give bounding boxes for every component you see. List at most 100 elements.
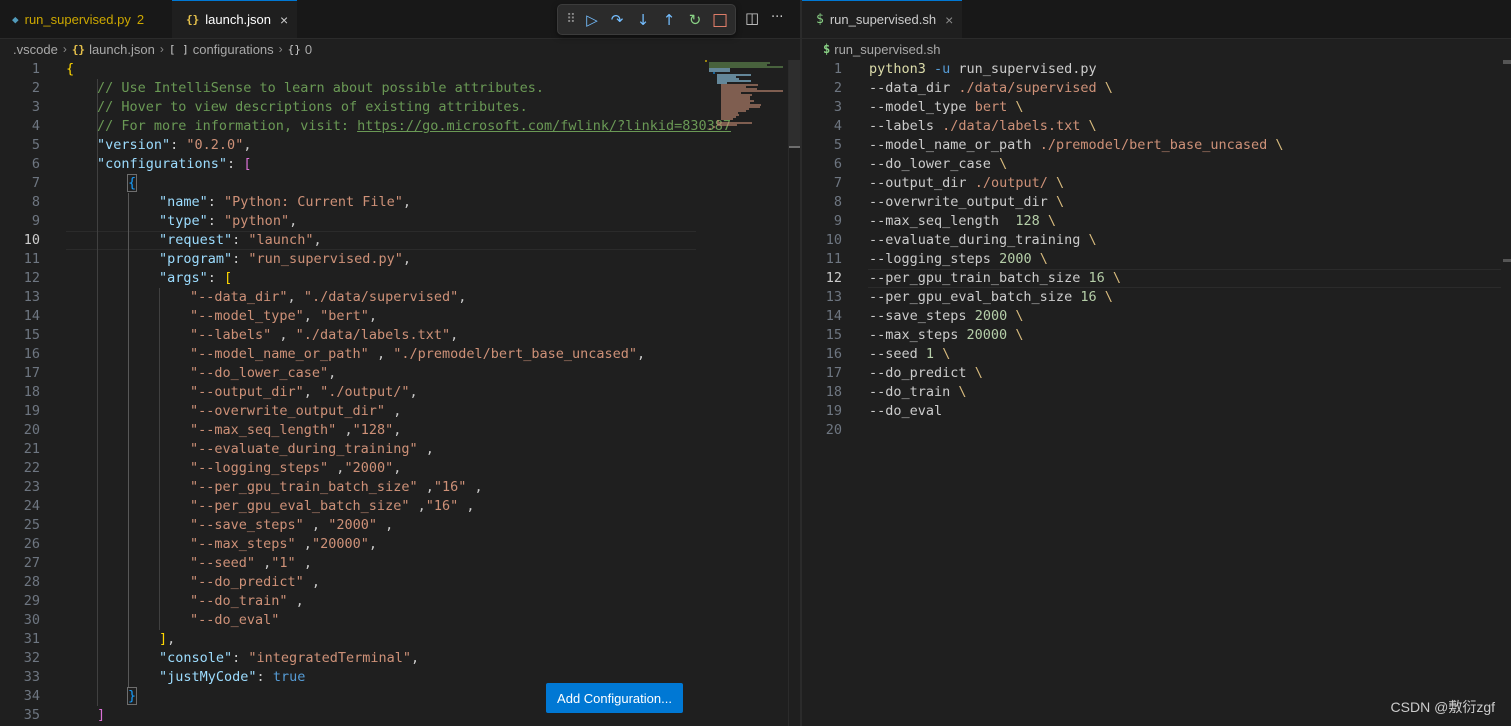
close-icon[interactable]: × bbox=[280, 12, 288, 28]
line-number: 27 bbox=[23, 555, 40, 571]
line-number: 14 bbox=[825, 308, 842, 324]
breadcrumb-index-0[interactable]: 0 bbox=[305, 42, 312, 57]
code-line[interactable]: 5 "version": "0.2.0", bbox=[0, 136, 700, 155]
tab-label: run_supervised.sh bbox=[829, 12, 937, 27]
tab-launch-json[interactable]: {} launch.json × bbox=[172, 0, 297, 38]
code-line[interactable]: 19 "--overwrite_output_dir" , bbox=[0, 402, 700, 421]
code-line[interactable]: 11 --logging_steps 2000 \ bbox=[802, 250, 1502, 269]
code-line[interactable]: 29 "--do_train" , bbox=[0, 592, 700, 611]
shell-script-icon: $ bbox=[823, 42, 831, 56]
code-line[interactable]: 2 --data_dir ./data/supervised \ bbox=[802, 79, 1502, 98]
step-over-icon[interactable]: ↷ bbox=[606, 5, 628, 34]
breadcrumb-launch-json[interactable]: launch.json bbox=[89, 42, 155, 57]
code-line[interactable]: 14 "--model_type", "bert", bbox=[0, 307, 700, 326]
line-number: 7 bbox=[833, 175, 842, 191]
code-line[interactable]: 21 "--evaluate_during_training" , bbox=[0, 440, 700, 459]
minimap[interactable] bbox=[705, 60, 787, 132]
code-line[interactable]: 6 --do_lower_case \ bbox=[802, 155, 1502, 174]
code-line[interactable]: 13 "--data_dir", "./data/supervised", bbox=[0, 288, 700, 307]
code-line[interactable]: 6 "configurations": [ bbox=[0, 155, 700, 174]
code-line[interactable]: 16 --seed 1 \ bbox=[802, 345, 1502, 364]
tab-run-supervised-py[interactable]: ◆ run_supervised.py 2 bbox=[0, 0, 171, 38]
line-number: 18 bbox=[23, 384, 40, 400]
code-line[interactable]: 15 --max_steps 20000 \ bbox=[802, 326, 1502, 345]
scrollbar-thumb[interactable] bbox=[789, 60, 800, 148]
split-editor-icon[interactable]: ◫ bbox=[745, 9, 759, 27]
code-text: // For more information, visit: https://… bbox=[97, 118, 731, 134]
code-line[interactable]: 15 "--labels" , "./data/labels.txt", bbox=[0, 326, 700, 345]
drag-grip-icon[interactable]: ⠿ bbox=[560, 5, 582, 34]
code-line[interactable]: 10 "request": "launch", bbox=[0, 231, 700, 250]
code-line[interactable]: 9 --max_seq_length 128 \ bbox=[802, 212, 1502, 231]
code-line[interactable]: 8 "name": "Python: Current File", bbox=[0, 193, 700, 212]
minimap-line bbox=[713, 72, 715, 74]
code-line[interactable]: 12 --per_gpu_train_batch_size 16 \ bbox=[802, 269, 1502, 288]
code-line[interactable]: 17 --do_predict \ bbox=[802, 364, 1502, 383]
code-text: python3 -u run_supervised.py bbox=[869, 61, 1097, 77]
code-line[interactable]: 22 "--logging_steps" ,"2000", bbox=[0, 459, 700, 478]
code-text: --labels ./data/labels.txt \ bbox=[869, 118, 1097, 134]
line-number: 30 bbox=[23, 612, 40, 628]
code-line[interactable]: 7{ bbox=[0, 174, 700, 193]
stop-icon[interactable]: □ bbox=[709, 5, 731, 34]
code-text: --do_lower_case \ bbox=[869, 156, 1008, 172]
code-line[interactable]: 19 --do_eval bbox=[802, 402, 1502, 421]
vertical-scrollbar[interactable] bbox=[788, 60, 800, 726]
code-line[interactable]: 2 // Use IntelliSense to learn about poss… bbox=[0, 79, 700, 98]
code-line[interactable]: 18 "--output_dir", "./output/", bbox=[0, 383, 700, 402]
code-line[interactable]: 24 "--per_gpu_eval_batch_size" ,"16" , bbox=[0, 497, 700, 516]
code-line[interactable]: 27 "--seed" ,"1" , bbox=[0, 554, 700, 573]
code-line[interactable]: 16 "--model_name_or_path" , "./premodel/b… bbox=[0, 345, 700, 364]
line-number: 14 bbox=[23, 308, 40, 324]
code-line[interactable]: 1{ bbox=[0, 60, 700, 79]
code-line[interactable]: 8 --overwrite_output_dir \ bbox=[802, 193, 1502, 212]
code-line[interactable]: 4 // For more information, visit: https:/… bbox=[0, 117, 731, 136]
code-line[interactable]: 12 "args": [ bbox=[0, 269, 700, 288]
line-number: 3 bbox=[833, 99, 842, 115]
code-text: --model_type bert \ bbox=[869, 99, 1024, 115]
breadcrumb-configurations[interactable]: configurations bbox=[193, 42, 274, 57]
code-line[interactable]: 25 "--save_steps" , "2000" , bbox=[0, 516, 700, 535]
code-line[interactable]: 10 --evaluate_during_training \ bbox=[802, 231, 1502, 250]
restart-icon[interactable]: ↻ bbox=[684, 5, 706, 34]
step-into-icon[interactable]: ↓ bbox=[632, 5, 654, 34]
add-configuration-button[interactable]: Add Configuration... bbox=[546, 683, 683, 713]
code-text: --do_train \ bbox=[869, 384, 967, 400]
code-line[interactable]: 14 --save_steps 2000 \ bbox=[802, 307, 1502, 326]
code-line[interactable]: 1 python3 -u run_supervised.py bbox=[802, 60, 1502, 79]
code-line[interactable]: 11 "program": "run_supervised.py", bbox=[0, 250, 700, 269]
code-line[interactable]: 9 "type": "python", bbox=[0, 212, 700, 231]
code-line[interactable]: 3 --model_type bert \ bbox=[802, 98, 1502, 117]
code-line[interactable]: 7 --output_dir ./output/ \ bbox=[802, 174, 1502, 193]
code-line[interactable]: 5 --model_name_or_path ./premodel/bert_ba… bbox=[802, 136, 1502, 155]
code-line[interactable]: 13 --per_gpu_eval_batch_size 16 \ bbox=[802, 288, 1502, 307]
code-line[interactable]: 23 "--per_gpu_train_batch_size" ,"16" , bbox=[0, 478, 700, 497]
code-line[interactable]: 32 "console": "integratedTerminal", bbox=[0, 649, 700, 668]
code-text: "--max_steps" ,"20000", bbox=[190, 536, 377, 552]
code-line[interactable]: 20 bbox=[802, 421, 1502, 440]
shell-script-icon: $ bbox=[816, 12, 824, 27]
close-icon[interactable]: × bbox=[945, 12, 953, 28]
code-text: "--save_steps" , "2000" , bbox=[190, 517, 394, 533]
code-line[interactable]: 18 --do_train \ bbox=[802, 383, 1502, 402]
code-line[interactable]: 4 --labels ./data/labels.txt \ bbox=[802, 117, 1502, 136]
code-text: "args": [ bbox=[159, 270, 233, 286]
code-line[interactable]: 26 "--max_steps" ,"20000", bbox=[0, 535, 700, 554]
breadcrumb-vscode[interactable]: .vscode bbox=[13, 42, 58, 57]
continue-icon[interactable]: ▷ bbox=[581, 5, 603, 34]
line-number: 6 bbox=[31, 156, 40, 172]
json-code-editor[interactable]: 1{2// Use IntelliSense to learn about po… bbox=[0, 60, 731, 725]
code-text: "--max_seq_length" ,"128", bbox=[190, 422, 402, 438]
breadcrumb-run-supervised-sh[interactable]: run_supervised.sh bbox=[834, 42, 940, 57]
tab-run-supervised-sh[interactable]: $ run_supervised.sh × bbox=[802, 0, 962, 38]
code-line[interactable]: 20 "--max_seq_length" ,"128", bbox=[0, 421, 700, 440]
code-line[interactable]: 28 "--do_predict" , bbox=[0, 573, 700, 592]
line-number: 8 bbox=[31, 194, 40, 210]
shell-code-editor[interactable]: 1 python3 -u run_supervised.py 2 --data_dir… bbox=[802, 60, 1502, 440]
code-line[interactable]: 31], bbox=[0, 630, 700, 649]
code-line[interactable]: 30 "--do_eval" bbox=[0, 611, 700, 630]
more-actions-icon[interactable]: ··· bbox=[771, 10, 783, 25]
code-line[interactable]: 3 // Hover to view descriptions of existi… bbox=[0, 98, 700, 117]
step-out-icon[interactable]: ↑ bbox=[658, 5, 680, 34]
code-line[interactable]: 17 "--do_lower_case", bbox=[0, 364, 700, 383]
